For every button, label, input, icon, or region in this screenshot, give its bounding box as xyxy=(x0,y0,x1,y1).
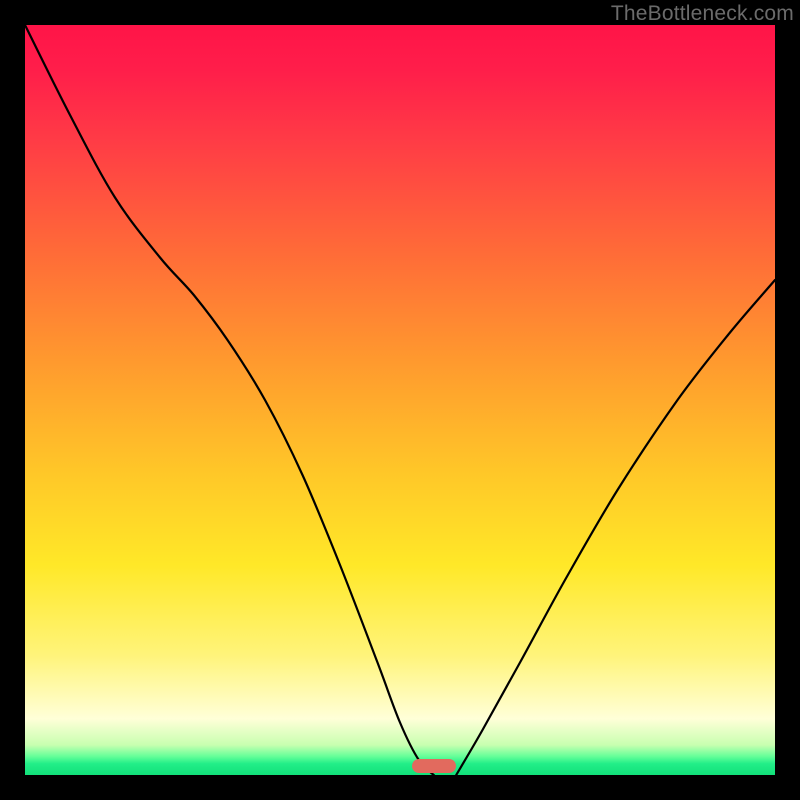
watermark-text: TheBottleneck.com xyxy=(611,2,794,26)
optimum-marker xyxy=(412,759,456,773)
plot-frame xyxy=(25,25,775,775)
bottleneck-curve xyxy=(25,25,775,775)
